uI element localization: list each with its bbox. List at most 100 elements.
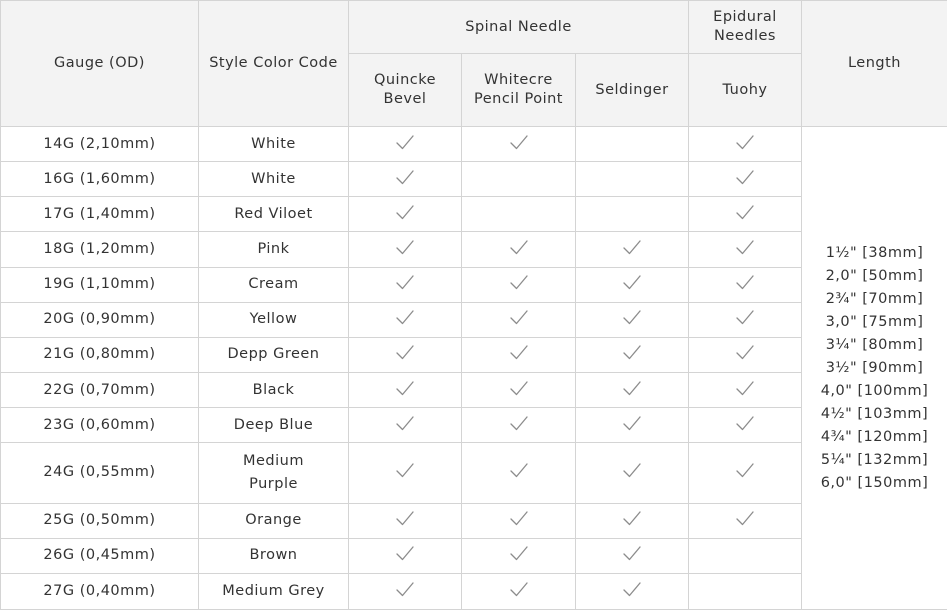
quincke-cell bbox=[348, 231, 462, 268]
length-option: 2¾" [70mm] bbox=[825, 290, 924, 307]
header-color-code: Style Color Code bbox=[198, 0, 349, 127]
seldinger-cell bbox=[575, 266, 689, 303]
seldinger-cell bbox=[575, 196, 689, 233]
color-code-cell: Medium Purple bbox=[198, 442, 349, 504]
seldinger-cell bbox=[575, 301, 689, 338]
tuohy-cell bbox=[688, 161, 802, 198]
check-icon bbox=[735, 204, 755, 221]
color-code-cell: Cream bbox=[198, 266, 349, 303]
seldinger-cell bbox=[575, 537, 689, 574]
color-code-cell: Medium Grey bbox=[198, 572, 349, 610]
quincke-cell bbox=[348, 336, 462, 373]
quincke-cell bbox=[348, 125, 462, 163]
color-code-cell: Depp Green bbox=[198, 336, 349, 373]
tuohy-cell bbox=[688, 301, 802, 338]
check-icon bbox=[622, 510, 642, 527]
check-icon bbox=[395, 309, 415, 326]
check-icon bbox=[395, 204, 415, 221]
check-icon bbox=[509, 545, 529, 562]
header-spinal-needle: Spinal Needle bbox=[348, 0, 689, 54]
check-icon bbox=[395, 380, 415, 397]
tuohy-cell bbox=[688, 125, 802, 163]
tuohy-cell bbox=[688, 196, 802, 233]
check-icon bbox=[622, 380, 642, 397]
check-icon bbox=[509, 581, 529, 598]
whitecre-cell bbox=[461, 537, 576, 574]
gauge-cell: 14G (2,10mm) bbox=[0, 125, 199, 163]
gauge-cell: 16G (1,60mm) bbox=[0, 161, 199, 198]
tuohy-cell bbox=[688, 572, 802, 610]
header-quincke-bevel: Quincke Bevel bbox=[348, 53, 462, 127]
color-code-cell: Pink bbox=[198, 231, 349, 268]
whitecre-cell bbox=[461, 266, 576, 303]
length-option: 4,0" [100mm] bbox=[820, 382, 929, 399]
tuohy-cell bbox=[688, 442, 802, 504]
whitecre-cell bbox=[461, 407, 576, 444]
seldinger-cell bbox=[575, 125, 689, 163]
header-whitecre-pencil-point: Whitecre Pencil Point bbox=[461, 53, 576, 127]
length-list: 1½" [38mm] 2,0" [50mm] 2¾" [70mm] 3,0" [75m… bbox=[801, 126, 947, 610]
check-icon bbox=[395, 510, 415, 527]
check-icon bbox=[735, 462, 755, 479]
check-icon bbox=[395, 169, 415, 186]
check-icon bbox=[735, 510, 755, 527]
check-icon bbox=[509, 239, 529, 256]
table-row: 14G (2,10mm) White 1½" [38mm] 2,0" [50mm] 2¾… bbox=[0, 125, 947, 610]
header-length: Length bbox=[801, 0, 947, 127]
check-icon bbox=[735, 344, 755, 361]
check-icon bbox=[735, 274, 755, 291]
whitecre-cell bbox=[461, 336, 576, 373]
seldinger-cell bbox=[575, 572, 689, 610]
length-option: 1½" [38mm] bbox=[825, 244, 924, 261]
color-code-cell: Orange bbox=[198, 502, 349, 539]
check-icon bbox=[735, 380, 755, 397]
seldinger-cell bbox=[575, 407, 689, 444]
length-option: 6,0" [150mm] bbox=[820, 474, 929, 491]
check-icon bbox=[622, 581, 642, 598]
seldinger-cell bbox=[575, 502, 689, 539]
check-icon bbox=[735, 309, 755, 326]
check-icon bbox=[395, 344, 415, 361]
color-code-cell: Deep Blue bbox=[198, 407, 349, 444]
gauge-cell: 26G (0,45mm) bbox=[0, 537, 199, 574]
table-body: 14G (2,10mm) White 1½" [38mm] 2,0" [50mm] 2¾… bbox=[0, 125, 947, 610]
check-icon bbox=[622, 344, 642, 361]
check-icon bbox=[509, 380, 529, 397]
color-code-cell: Yellow bbox=[198, 301, 349, 338]
quincke-cell bbox=[348, 537, 462, 574]
check-icon bbox=[735, 134, 755, 151]
gauge-cell: 25G (0,50mm) bbox=[0, 502, 199, 539]
tuohy-cell bbox=[688, 371, 802, 409]
header-tuohy: Tuohy bbox=[688, 53, 802, 127]
gauge-cell: 18G (1,20mm) bbox=[0, 231, 199, 268]
quincke-cell bbox=[348, 161, 462, 198]
check-icon bbox=[509, 274, 529, 291]
gauge-cell: 17G (1,40mm) bbox=[0, 196, 199, 233]
quincke-cell bbox=[348, 266, 462, 303]
color-code-cell: Red Viloet bbox=[198, 196, 349, 233]
whitecre-cell bbox=[461, 125, 576, 163]
whitecre-cell bbox=[461, 231, 576, 268]
length-option: 3,0" [75mm] bbox=[825, 313, 924, 330]
check-icon bbox=[395, 462, 415, 479]
check-icon bbox=[622, 415, 642, 432]
check-icon bbox=[395, 274, 415, 291]
check-icon bbox=[622, 309, 642, 326]
check-icon bbox=[622, 274, 642, 291]
whitecre-cell bbox=[461, 442, 576, 504]
quincke-cell bbox=[348, 572, 462, 610]
check-icon bbox=[395, 134, 415, 151]
whitecre-cell bbox=[461, 161, 576, 198]
seldinger-cell bbox=[575, 442, 689, 504]
tuohy-cell bbox=[688, 407, 802, 444]
length-option: 4¾" [120mm] bbox=[820, 428, 929, 445]
tuohy-cell bbox=[688, 336, 802, 373]
check-icon bbox=[509, 134, 529, 151]
check-icon bbox=[622, 462, 642, 479]
check-icon bbox=[395, 415, 415, 432]
whitecre-cell bbox=[461, 196, 576, 233]
gauge-cell: 20G (0,90mm) bbox=[0, 301, 199, 338]
gauge-cell: 21G (0,80mm) bbox=[0, 336, 199, 373]
check-icon bbox=[509, 415, 529, 432]
check-icon bbox=[509, 344, 529, 361]
